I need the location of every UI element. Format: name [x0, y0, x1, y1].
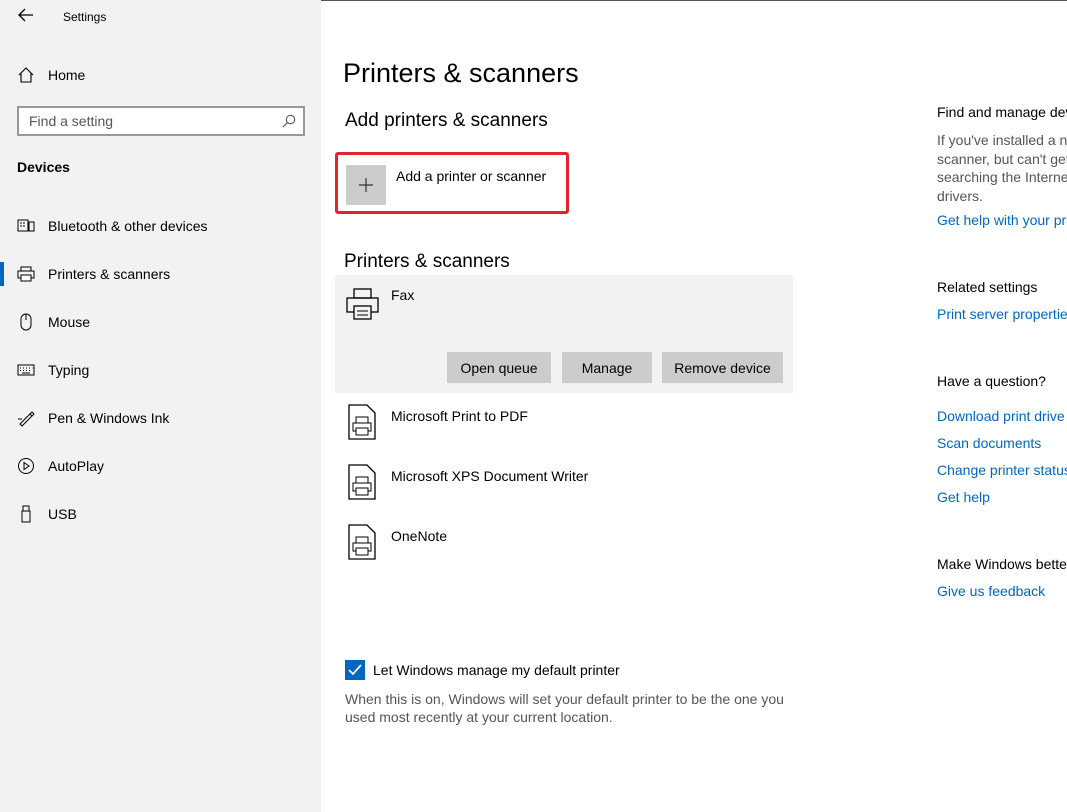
- feedback-heading: Make Windows bette: [937, 556, 1067, 572]
- printer-icon: [17, 266, 35, 282]
- printer-name: Fax: [391, 287, 415, 303]
- add-printer-button[interactable]: Add a printer or scanner: [335, 152, 569, 214]
- related-settings-heading: Related settings: [937, 279, 1038, 295]
- sidebar-item-label: Home: [48, 67, 86, 83]
- autoplay-icon: [17, 458, 35, 474]
- default-printer-label: Let Windows manage my default printer: [373, 662, 620, 678]
- default-printer-description: When this is on, Windows will set your d…: [345, 691, 784, 725]
- get-help-link[interactable]: Get help: [937, 489, 1067, 505]
- usb-icon: [17, 505, 35, 523]
- manage-button[interactable]: Manage: [562, 352, 652, 383]
- search-input[interactable]: [29, 113, 279, 129]
- sidebar-item-pen[interactable]: Pen & Windows Ink: [0, 400, 321, 436]
- scan-documents-link[interactable]: Scan documents: [937, 435, 1067, 451]
- printer-item-fax[interactable]: Fax Open queue Manage Remove device: [335, 275, 793, 393]
- sidebar-item-printers[interactable]: Printers & scanners: [0, 256, 321, 292]
- back-button[interactable]: [14, 6, 38, 28]
- window-top-border: [321, 0, 1067, 1]
- sidebar: Settings Home Devices Bluetooth & other …: [0, 0, 321, 812]
- mouse-icon: [17, 313, 35, 331]
- sidebar-item-bluetooth[interactable]: Bluetooth & other devices: [0, 208, 321, 244]
- page-title: Printers & scanners: [343, 58, 579, 88]
- document-printer-icon: [347, 524, 377, 565]
- change-printer-status-link[interactable]: Change printer status: [937, 462, 1067, 478]
- keyboard-icon: [17, 362, 35, 378]
- back-arrow-icon: [18, 8, 34, 27]
- sidebar-item-typing[interactable]: Typing: [0, 352, 321, 388]
- sidebar-item-autoplay[interactable]: AutoPlay: [0, 448, 321, 484]
- document-printer-icon: [347, 464, 377, 505]
- open-queue-button[interactable]: Open queue: [447, 352, 551, 383]
- document-printer-icon: [347, 404, 377, 445]
- sidebar-item-label: Mouse: [48, 314, 91, 330]
- pen-icon: [17, 410, 35, 427]
- remove-device-button[interactable]: Remove device: [662, 352, 783, 383]
- app-title: Settings: [63, 10, 107, 24]
- sidebar-item-label: Pen & Windows Ink: [48, 410, 170, 426]
- download-drivers-link[interactable]: Download print drive: [937, 408, 1067, 424]
- find-text-line: searching the Interne: [937, 169, 1067, 185]
- get-help-printer-link[interactable]: Get help with your pr: [937, 212, 1067, 228]
- find-text-line: drivers.: [937, 187, 983, 204]
- checkmark-icon: [348, 664, 362, 676]
- find-manage-heading: Find and manage dev: [937, 104, 1067, 120]
- plus-icon: [346, 165, 386, 205]
- sidebar-item-mouse[interactable]: Mouse: [0, 304, 321, 340]
- printer-name: Microsoft Print to PDF: [391, 408, 528, 424]
- section-heading: Devices: [17, 159, 70, 175]
- give-feedback-link[interactable]: Give us feedback: [937, 583, 1067, 599]
- sidebar-item-label: Typing: [48, 362, 90, 378]
- home-icon: [17, 66, 35, 89]
- printer-name: OneNote: [391, 528, 448, 544]
- sidebar-item-label: Printers & scanners: [48, 266, 171, 282]
- search-icon[interactable]: [282, 114, 296, 133]
- print-server-properties-link[interactable]: Print server propertie: [937, 306, 1067, 322]
- bluetooth-devices-icon: [17, 218, 35, 234]
- search-box[interactable]: [17, 106, 305, 136]
- add-printer-label: Add a printer or scanner: [396, 168, 547, 184]
- sidebar-item-usb[interactable]: USB: [0, 496, 321, 532]
- question-heading: Have a question?: [937, 373, 1046, 389]
- sidebar-item-label: AutoPlay: [48, 458, 105, 474]
- find-text-line: scanner, but can't get: [937, 150, 1067, 167]
- add-section-heading: Add printers & scanners: [345, 110, 548, 131]
- default-printer-checkbox[interactable]: [345, 660, 365, 680]
- sidebar-item-home[interactable]: Home: [14, 62, 314, 88]
- find-text-line: If you've installed a n: [937, 132, 1067, 148]
- printer-item-onenote[interactable]: OneNote: [335, 520, 793, 576]
- sidebar-item-label: Bluetooth & other devices: [48, 218, 208, 234]
- sidebar-item-label: USB: [48, 506, 77, 522]
- printer-item-xps[interactable]: Microsoft XPS Document Writer: [335, 460, 793, 516]
- printer-item-pdf[interactable]: Microsoft Print to PDF: [335, 400, 793, 456]
- fax-printer-icon: [345, 287, 381, 326]
- printer-name: Microsoft XPS Document Writer: [391, 468, 589, 484]
- default-printer-toggle[interactable]: Let Windows manage my default printer: [345, 659, 620, 681]
- printer-list-heading: Printers & scanners: [344, 251, 510, 272]
